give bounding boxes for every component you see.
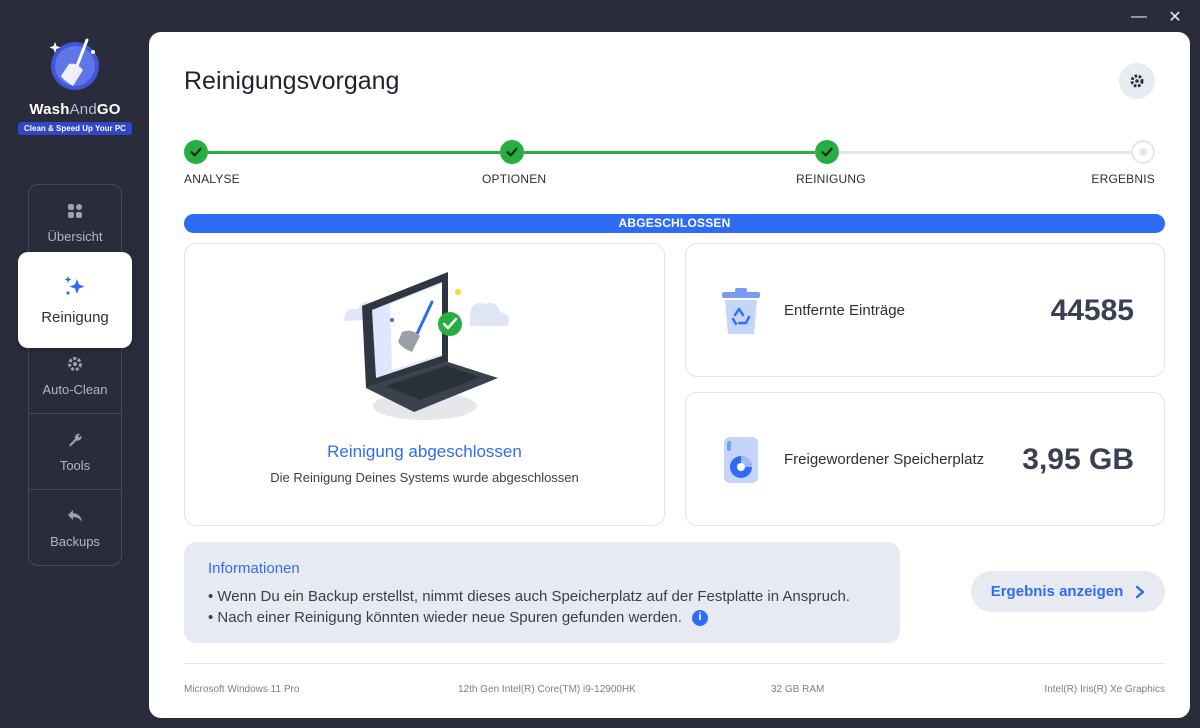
show-result-label: Ergebnis anzeigen	[990, 583, 1124, 600]
sidebar-item-label: Übersicht	[47, 229, 103, 244]
stat-label: Freigewordener Speicherplatz	[784, 451, 985, 468]
sidebar-item-label: Auto-Clean	[42, 381, 108, 397]
laptop-cleaning-illustration-icon	[344, 272, 509, 420]
step-ergebnis-pending-icon	[1131, 140, 1155, 164]
gear-icon	[68, 356, 82, 371]
sidebar-item-label: Tools	[59, 457, 91, 473]
sidebar-item-cleaning[interactable]: Reinigung	[18, 252, 132, 348]
system-ram: 32 GB RAM	[771, 684, 825, 695]
stat-card-freed-space: Freigewordener Speicherplatz 3,95 GB	[685, 392, 1165, 526]
brand-name: WashAndGO	[29, 101, 121, 118]
sidebar: WashAndGO Clean & Speed Up Your PC Übers…	[0, 0, 149, 728]
step-connector	[208, 151, 500, 154]
sidebar-item-overview[interactable]: Übersicht	[29, 185, 121, 261]
settings-button[interactable]	[1119, 63, 1155, 99]
step-connector	[524, 151, 815, 154]
step-label-analyse: ANALYSE	[184, 172, 240, 186]
info-icon[interactable]: i	[691, 609, 708, 626]
stat-card-removed-entries: Entfernte Einträge 44585	[685, 243, 1165, 377]
progress-bar: ABGESCHLOSSEN	[184, 214, 1165, 233]
sidebar-item-auto-clean[interactable]: Auto-Clean	[29, 337, 121, 413]
system-cpu: 12th Gen Intel(R) Core(TM) i9-12900HK	[458, 684, 636, 695]
info-title: Informationen	[208, 560, 300, 577]
window-controls: — ✕	[1124, 6, 1190, 28]
chevron-right-icon	[1136, 585, 1145, 598]
step-connector	[839, 151, 1131, 154]
step-optionen-check-icon	[500, 140, 524, 164]
step-analyse-check-icon	[184, 140, 208, 164]
sidebar-item-backups[interactable]: Backups	[29, 489, 121, 565]
stat-label: Entfernte Einträge	[784, 302, 905, 319]
show-result-button[interactable]: Ergebnis anzeigen	[971, 571, 1165, 612]
wrench-icon	[69, 433, 82, 446]
step-label-reinigung: REINIGUNG	[796, 172, 866, 186]
stat-value: 44585	[1050, 294, 1134, 327]
progress-stepper: ANALYSE OPTIONEN REINIGUNG ERGEBNIS	[184, 140, 1155, 186]
sidebar-nav: Übersicht Auto-Clean Tools Backups	[28, 184, 122, 566]
completion-card: Reinigung abgeschlossen Die Reinigung De…	[184, 243, 665, 526]
app-logo: WashAndGO Clean & Speed Up Your PC	[14, 36, 136, 136]
step-reinigung-check-icon	[815, 140, 839, 164]
stat-value: 3,95 GB	[1022, 443, 1134, 476]
system-gpu: Intel(R) Iris(R) Xe Graphics	[1044, 684, 1165, 695]
system-os: Microsoft Windows 11 Pro	[184, 684, 300, 695]
sidebar-item-label: Backups	[50, 533, 100, 549]
recycle-bin-icon	[722, 288, 760, 334]
overview-icon	[68, 204, 82, 218]
info-box: Informationen • Wenn Du ein Backup erste…	[184, 542, 900, 643]
sidebar-item-label: Reinigung	[41, 309, 109, 326]
brand-tagline: Clean & Speed Up Your PC	[18, 122, 132, 135]
close-button[interactable]: ✕	[1160, 6, 1190, 28]
info-line: • Nach einer Reinigung könnten wieder ne…	[208, 607, 900, 628]
step-label-optionen: OPTIONEN	[482, 172, 547, 186]
broom-logo-icon	[49, 38, 99, 90]
sparkle-icon	[64, 276, 85, 295]
info-line: • Wenn Du ein Backup erstellst, nimmt di…	[208, 588, 850, 605]
footer-divider	[184, 663, 1165, 664]
disk-icon	[724, 437, 758, 483]
undo-icon	[68, 509, 82, 522]
main-panel: Reinigungsvorgang ANALYSE OPTIONEN REINI…	[149, 32, 1190, 718]
page-title: Reinigungsvorgang	[184, 67, 400, 95]
completion-title: Reinigung abgeschlossen	[327, 442, 522, 461]
completion-subtitle: Die Reinigung Deines Systems wurde abges…	[270, 470, 579, 485]
minimize-button[interactable]: —	[1124, 6, 1154, 28]
step-label-ergebnis: ERGEBNIS	[1091, 172, 1155, 186]
sidebar-item-tools[interactable]: Tools	[29, 413, 121, 489]
gear-icon	[1130, 74, 1144, 88]
